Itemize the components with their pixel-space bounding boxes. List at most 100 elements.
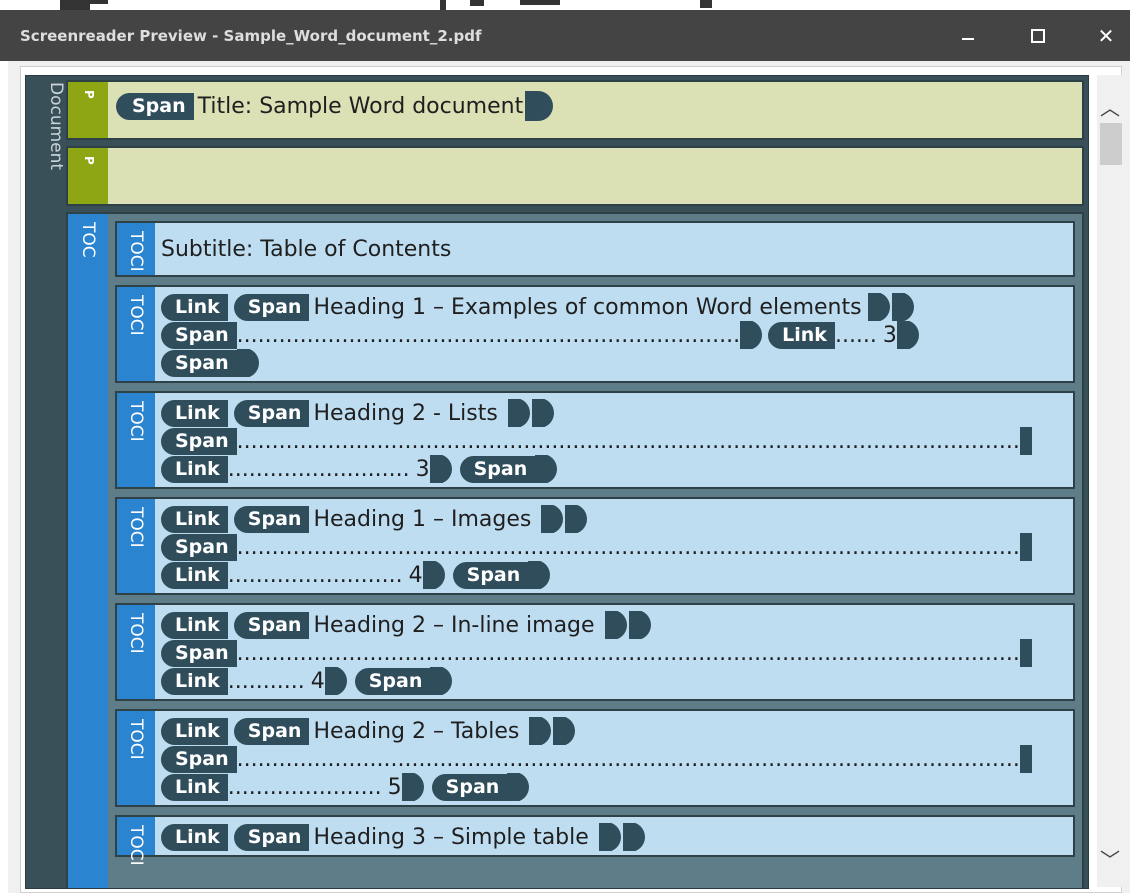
link-tag[interactable]: Link xyxy=(161,717,228,745)
link-end-tag[interactable] xyxy=(401,773,424,801)
span-end-tag[interactable] xyxy=(528,561,551,589)
span-tag[interactable]: Span xyxy=(233,823,310,851)
link-tag[interactable]: Link xyxy=(161,611,228,639)
scrollbar-thumb[interactable] xyxy=(1100,123,1122,165)
leader-dots: ........................................… xyxy=(236,428,1020,454)
span-tag[interactable]: Span xyxy=(161,427,237,455)
span-label: Span xyxy=(247,402,302,424)
span-end-tag[interactable] xyxy=(1019,745,1032,773)
link-tag[interactable]: Link xyxy=(768,321,835,349)
span-end-tag[interactable] xyxy=(541,505,564,533)
span-end-tag[interactable] xyxy=(1019,639,1032,667)
link-end-tag[interactable] xyxy=(429,455,452,483)
leader-dots: ........................................… xyxy=(236,640,1020,666)
span-end-tag[interactable] xyxy=(525,91,554,121)
span-end-tag[interactable] xyxy=(430,667,453,695)
span-tag[interactable]: Span xyxy=(161,639,237,667)
span-end-tag[interactable] xyxy=(553,717,576,745)
link-label: Link xyxy=(175,720,220,742)
toci-node[interactable]: TOCI Link Span Heading 2 - Lists Span ..… xyxy=(115,391,1075,489)
span-end-tag[interactable] xyxy=(604,611,627,639)
span-tag[interactable]: Span xyxy=(233,399,310,427)
link-tag[interactable]: Link xyxy=(161,773,228,801)
span-end-tag[interactable] xyxy=(891,293,914,321)
span-tag[interactable]: Span xyxy=(354,667,431,695)
span-end-tag[interactable] xyxy=(622,823,645,851)
page-number: 3 xyxy=(415,456,430,482)
span-end-tag[interactable] xyxy=(507,399,530,427)
span-end-tag[interactable] xyxy=(236,349,259,377)
span-tag[interactable]: Span xyxy=(161,321,237,349)
link-end-tag[interactable] xyxy=(896,321,919,349)
preview-pane: Document P Span Title: Sample Word docum… xyxy=(20,66,1123,893)
link-tag[interactable]: Link xyxy=(161,399,228,427)
close-button[interactable]: ✕ xyxy=(1086,22,1126,50)
p-tab: P xyxy=(68,82,108,138)
p-node-empty[interactable]: P xyxy=(66,146,1084,206)
toci-node-subtitle[interactable]: TOCI Subtitle: Table of Contents xyxy=(115,221,1075,277)
maximize-button[interactable] xyxy=(1018,22,1058,50)
span-end-tag[interactable] xyxy=(531,399,554,427)
span-end-tag[interactable] xyxy=(535,455,558,483)
heading-text: Heading 2 - Lists xyxy=(313,400,498,426)
span-label: Span xyxy=(368,670,423,692)
link-tag[interactable]: Link xyxy=(161,293,228,321)
document-children: P Span Title: Sample Word document P TOC… xyxy=(66,80,1084,888)
minimize-button[interactable] xyxy=(948,22,988,50)
toci-node[interactable]: TOCI Link Span Heading 2 – In-line image… xyxy=(115,603,1075,701)
link-tag[interactable]: Link xyxy=(161,505,228,533)
toc-node[interactable]: TOC TOCI Subtitle: Table of Contents TOC… xyxy=(66,212,1084,888)
link-label: Link xyxy=(782,324,827,346)
toci-label: TOCI xyxy=(126,295,146,336)
toci-label: TOCI xyxy=(126,231,146,272)
close-icon: ✕ xyxy=(1097,24,1115,48)
link-end-tag[interactable] xyxy=(422,561,445,589)
span-label: Span xyxy=(473,458,528,480)
toci-node[interactable]: TOCI Link Span Heading 1 – Images Span .… xyxy=(115,497,1075,595)
p-node-title[interactable]: P Span Title: Sample Word document xyxy=(66,80,1084,140)
span-label: Span xyxy=(175,748,229,770)
scroll-up-icon[interactable]: ︿ xyxy=(1097,91,1123,121)
span-end-tag[interactable] xyxy=(867,293,890,321)
toci-label: TOCI xyxy=(126,825,146,866)
span-end-tag[interactable] xyxy=(565,505,588,533)
span-end-tag[interactable] xyxy=(740,321,763,349)
span-end-tag[interactable] xyxy=(529,717,552,745)
minimize-icon xyxy=(962,38,974,40)
link-tag[interactable]: Link xyxy=(161,455,228,483)
span-end-tag[interactable] xyxy=(507,773,530,801)
span-end-tag[interactable] xyxy=(628,611,651,639)
toci-node[interactable]: TOCI Link Span Heading 1 – Examples of c… xyxy=(115,285,1075,383)
span-tag[interactable]: Span xyxy=(233,717,310,745)
span-label: Span xyxy=(445,776,500,798)
link-tag[interactable]: Link xyxy=(161,823,228,851)
span-label: Span xyxy=(247,296,302,318)
span-tag[interactable]: Span xyxy=(452,561,529,589)
toci-tab: TOCI xyxy=(117,605,155,699)
link-tag[interactable]: Link xyxy=(161,561,228,589)
span-label: Span xyxy=(466,564,521,586)
span-label: Span xyxy=(175,536,229,558)
span-tag[interactable]: Span xyxy=(431,773,508,801)
span-tag[interactable]: Span xyxy=(233,505,310,533)
span-tag[interactable]: Span xyxy=(233,611,310,639)
leader-dots: .......................... xyxy=(227,456,410,482)
span-tag[interactable]: Span xyxy=(233,293,310,321)
scroll-down-icon[interactable]: ﹀ xyxy=(1097,843,1123,873)
span-tag[interactable]: Span xyxy=(161,745,237,773)
span-tag[interactable]: Span xyxy=(116,92,194,120)
link-end-tag[interactable] xyxy=(324,667,347,695)
span-tag[interactable]: Span xyxy=(161,533,237,561)
vertical-scrollbar[interactable]: ︿ ﹀ xyxy=(1097,75,1123,887)
span-tag[interactable]: Span xyxy=(161,349,237,377)
span-tag[interactable]: Span xyxy=(459,455,536,483)
toci-tab: TOCI xyxy=(117,499,155,593)
span-end-tag[interactable] xyxy=(1019,533,1032,561)
toci-tab: TOCI xyxy=(117,711,155,805)
toci-node[interactable]: TOCI Link Span Heading 2 – Tables Span .… xyxy=(115,709,1075,807)
link-tag[interactable]: Link xyxy=(161,667,228,695)
span-end-tag[interactable] xyxy=(1019,427,1032,455)
span-end-tag[interactable] xyxy=(598,823,621,851)
document-node[interactable]: Document P Span Title: Sample Word docum… xyxy=(25,75,1089,889)
toci-node[interactable]: TOCI Link Span Heading 3 – Simple table xyxy=(115,815,1075,866)
